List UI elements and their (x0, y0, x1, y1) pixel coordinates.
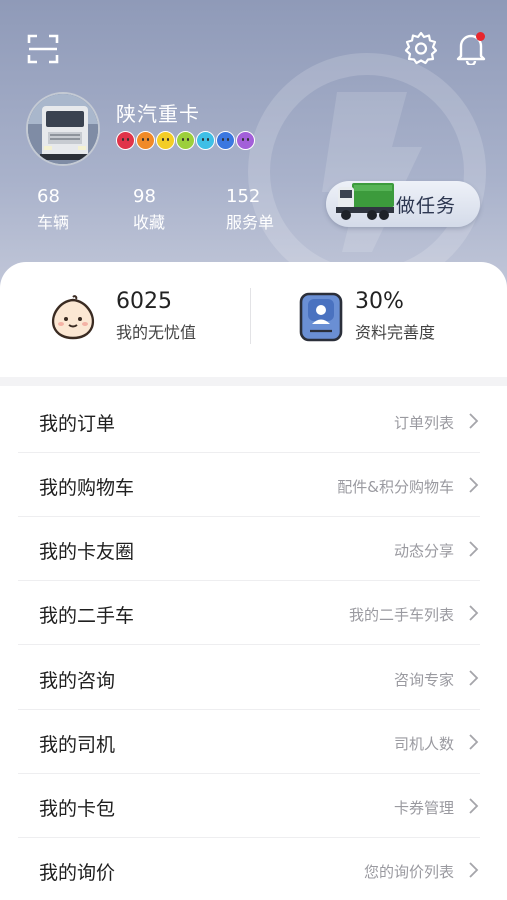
stat-service-orders[interactable]: 152 服务单 (226, 186, 274, 234)
level-badge-icon (136, 131, 155, 150)
level-badge-icon (176, 131, 195, 150)
settings-button[interactable] (402, 29, 440, 67)
menu-row-subtitle: 卡券管理 (393, 799, 454, 817)
menu-row-title: 我的卡友圈 (39, 541, 135, 563)
chevron-right-icon (469, 670, 479, 686)
stat-label: 车辆 (37, 213, 70, 232)
do-task-button[interactable]: 做任务 (326, 181, 480, 227)
menu-row[interactable]: 我的司机 司机人数 (18, 710, 480, 774)
notifications-button[interactable] (452, 29, 490, 67)
menu-row-subtitle: 动态分享 (393, 542, 454, 560)
notification-dot (476, 32, 485, 41)
stat-vehicles[interactable]: 68 车辆 (37, 186, 69, 234)
dump-truck-icon (336, 183, 394, 220)
scan-button[interactable] (24, 30, 62, 68)
truck-avatar-image (28, 94, 98, 164)
menu-row[interactable]: 我的二手车 我的二手车列表 (18, 581, 480, 645)
profile-completeness-value: 30% (355, 289, 404, 314)
menu-row-title: 我的订单 (39, 413, 116, 435)
menu-row[interactable]: 我的购物车 配件&积分购物车 (18, 453, 480, 517)
menu-row[interactable]: 我的咨询 咨询专家 (18, 646, 480, 710)
menu-row-subtitle: 我的二手车列表 (348, 606, 454, 624)
scan-icon (27, 34, 59, 64)
avatar[interactable] (26, 92, 100, 166)
level-badge-icon (236, 131, 255, 150)
menu-row[interactable]: 我的卡包 卡券管理 (18, 774, 480, 838)
summary-card: 6025 我的无忧值 30% 资料完善度 (0, 262, 507, 377)
stat-value: 152 (226, 186, 261, 207)
gear-icon (404, 31, 438, 65)
level-badges (116, 131, 255, 150)
menu-row-subtitle: 您的询价列表 (363, 863, 454, 881)
profile-completeness-label: 资料完善度 (355, 323, 436, 342)
menu-row-subtitle: 咨询专家 (393, 671, 454, 689)
points-metric[interactable] (48, 293, 98, 341)
menu-row-title: 我的卡包 (39, 798, 116, 820)
menu-row[interactable]: 我的卡友圈 动态分享 (18, 517, 480, 581)
menu-row-title: 我的购物车 (39, 477, 135, 499)
menu-row[interactable]: 我的询价 您的询价列表 (18, 838, 480, 900)
level-badge-icon (116, 131, 135, 150)
menu-row-subtitle: 司机人数 (393, 735, 454, 753)
card-divider (250, 288, 251, 344)
profile-header: 陕汽重卡 68 车辆 98 收藏 152 服务单 做任务 (0, 0, 507, 300)
level-badge-icon (196, 131, 215, 150)
menu-row-title: 我的二手车 (39, 605, 135, 627)
chevron-right-icon (469, 734, 479, 750)
profile-metric[interactable] (298, 291, 344, 343)
stat-favorites[interactable]: 98 收藏 (133, 186, 165, 234)
chevron-right-icon (469, 862, 479, 878)
chevron-right-icon (469, 605, 479, 621)
level-badge-icon (216, 131, 235, 150)
menu-row[interactable]: 我的订单 订单列表 (18, 389, 480, 453)
chevron-right-icon (469, 477, 479, 493)
menu-row-title: 我的司机 (39, 734, 116, 756)
stat-label: 服务单 (226, 213, 275, 232)
stat-value: 68 (37, 186, 60, 207)
menu-row-title: 我的询价 (39, 862, 116, 884)
menu-row-title: 我的咨询 (39, 670, 116, 692)
username: 陕汽重卡 (116, 102, 200, 126)
stat-label: 收藏 (133, 213, 166, 232)
chevron-right-icon (469, 798, 479, 814)
level-badge-icon (156, 131, 175, 150)
stat-value: 98 (133, 186, 156, 207)
profile-card-icon (299, 292, 343, 342)
menu-row-subtitle: 订单列表 (393, 414, 454, 432)
brand-watermark-icon (248, 53, 486, 282)
menu-list: 我的订单 订单列表 我的购物车 配件&积分购物车 我的卡友圈 动态分享 我的二手车 我的二手车… (0, 386, 507, 900)
chevron-right-icon (469, 413, 479, 429)
do-task-label: 做任务 (395, 194, 456, 217)
menu-row-subtitle: 配件&积分购物车 (337, 478, 454, 496)
mascot-bun-icon (51, 295, 95, 340)
points-value: 6025 (116, 289, 172, 314)
chevron-right-icon (469, 541, 479, 557)
points-label: 我的无忧值 (116, 323, 197, 342)
